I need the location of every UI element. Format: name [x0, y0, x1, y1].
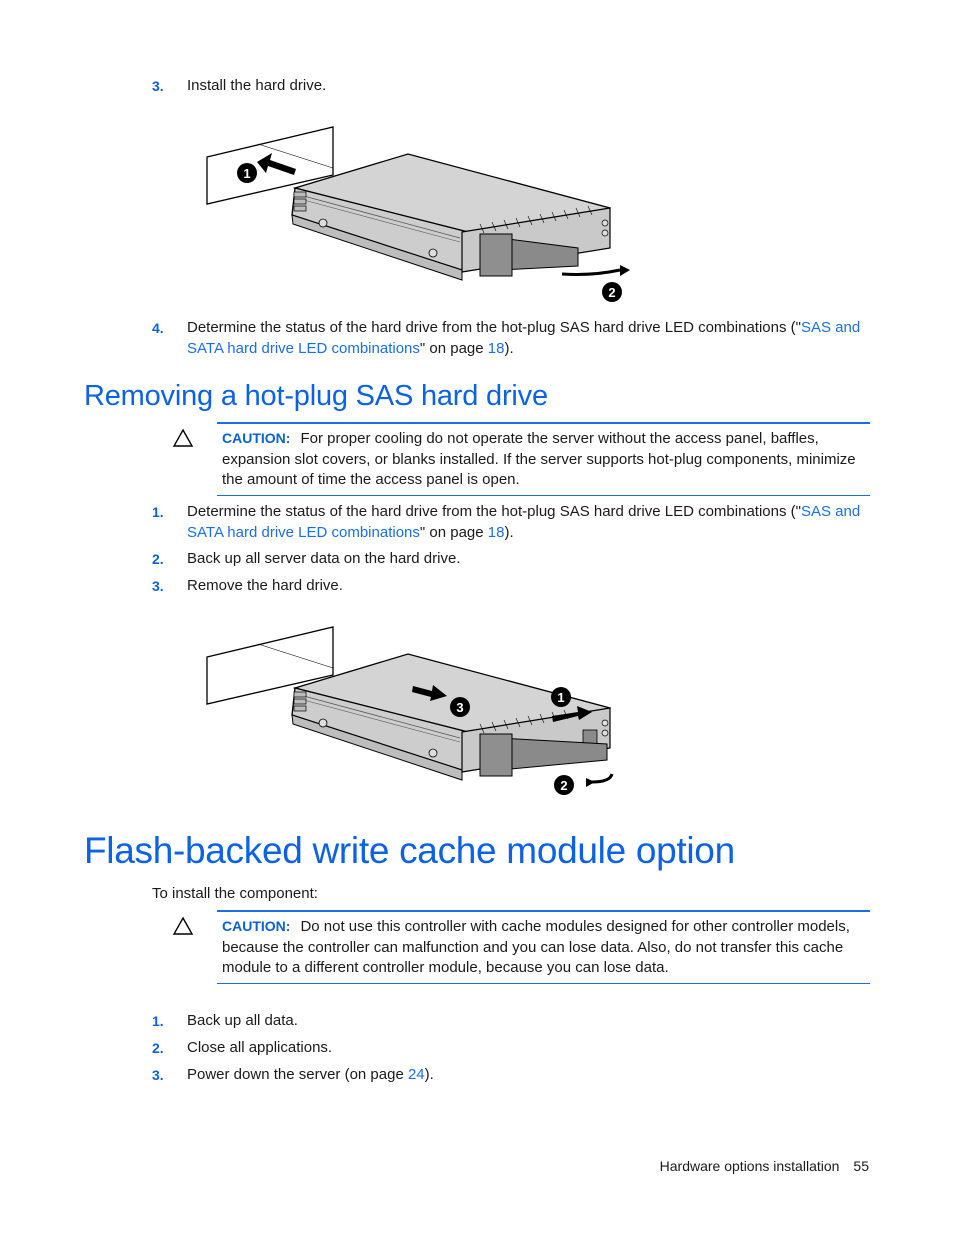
fbwc-step-1: 1. Back up all data.	[152, 1011, 872, 1032]
caution-box-cache-module: CAUTION: Do not use this controller with …	[217, 910, 870, 984]
svg-text:2: 2	[608, 285, 615, 300]
page-18-link[interactable]: 18	[488, 524, 505, 541]
page-number: 55	[853, 1158, 869, 1174]
lever-close-arrow-icon	[561, 268, 621, 276]
callout-1-icon: 1	[551, 687, 571, 707]
caution-triangle-icon	[172, 428, 194, 447]
callout-3-icon: 3	[450, 697, 470, 717]
step-number: 1.	[152, 1013, 164, 1029]
section-heading-removing-drive: Removing a hot-plug SAS hard drive	[84, 380, 548, 412]
callout-1-icon: 1	[237, 163, 257, 183]
page-footer: Hardware options installation 55	[660, 1158, 869, 1174]
footer-section-title: Hardware options installation	[659, 1158, 840, 1174]
callout-2-icon: 2	[554, 775, 574, 795]
step-text: Back up all data.	[187, 1012, 298, 1029]
remove-step-3: 3. Remove the hard drive.	[152, 576, 872, 597]
intro-text: To install the component:	[152, 885, 318, 902]
step-text: Close all applications.	[187, 1039, 333, 1056]
chapter-heading-fbwc: Flash-backed write cache module option	[84, 830, 735, 871]
remove-hard-drive-figure: 1 2 3	[206, 626, 614, 795]
drive-latch	[479, 233, 513, 277]
remove-step-2: 2. Back up all server data on the hard d…	[152, 549, 872, 570]
svg-text:1: 1	[557, 690, 564, 705]
step-text: Back up all server data on the hard driv…	[187, 550, 461, 567]
step-number: 2.	[152, 1040, 164, 1056]
lever-open-arrow-icon	[591, 773, 614, 784]
remove-step-1: 1. Determine the status of the hard driv…	[152, 502, 872, 543]
drive-latch	[479, 733, 513, 777]
step-number: 3.	[152, 578, 164, 594]
step-number: 1.	[152, 504, 164, 520]
drive-release-lever	[499, 737, 608, 771]
caution-text: For proper cooling do not operate the se…	[222, 430, 856, 488]
step-text: Power down the server (on page 24).	[187, 1066, 434, 1083]
step-number: 2.	[152, 551, 164, 567]
page-18-link[interactable]: 18	[488, 340, 505, 357]
caution-text: Do not use this controller with cache mo…	[222, 918, 850, 976]
callout-2-icon: 2	[602, 282, 622, 302]
install-step-4: 4. Determine the status of the hard driv…	[152, 318, 872, 359]
svg-text:2: 2	[560, 778, 567, 793]
caution-triangle-icon	[172, 916, 194, 935]
caution-label: CAUTION:	[222, 430, 291, 446]
step-number: 4.	[152, 320, 164, 336]
svg-text:3: 3	[456, 700, 463, 715]
step-text: Install the hard drive.	[187, 77, 327, 94]
install-step-3: 3. Install the hard drive.	[152, 76, 872, 97]
fbwc-step-2: 2. Close all applications.	[152, 1038, 872, 1059]
step-text: Determine the status of the hard drive f…	[187, 319, 861, 357]
caution-box-cooling: CAUTION: For proper cooling do not operat…	[217, 422, 870, 496]
fbwc-step-3: 3. Power down the server (on page 24).	[152, 1065, 872, 1086]
caution-label: CAUTION:	[222, 918, 291, 934]
install-hard-drive-figure: 1 2	[206, 126, 630, 302]
step-text: Determine the status of the hard drive f…	[187, 503, 861, 541]
page-24-link[interactable]: 24	[408, 1066, 425, 1083]
step-number: 3.	[152, 78, 164, 94]
step-text: Remove the hard drive.	[187, 577, 343, 594]
svg-text:1: 1	[243, 166, 250, 181]
step-number: 3.	[152, 1067, 164, 1083]
hard-drive	[291, 153, 611, 281]
